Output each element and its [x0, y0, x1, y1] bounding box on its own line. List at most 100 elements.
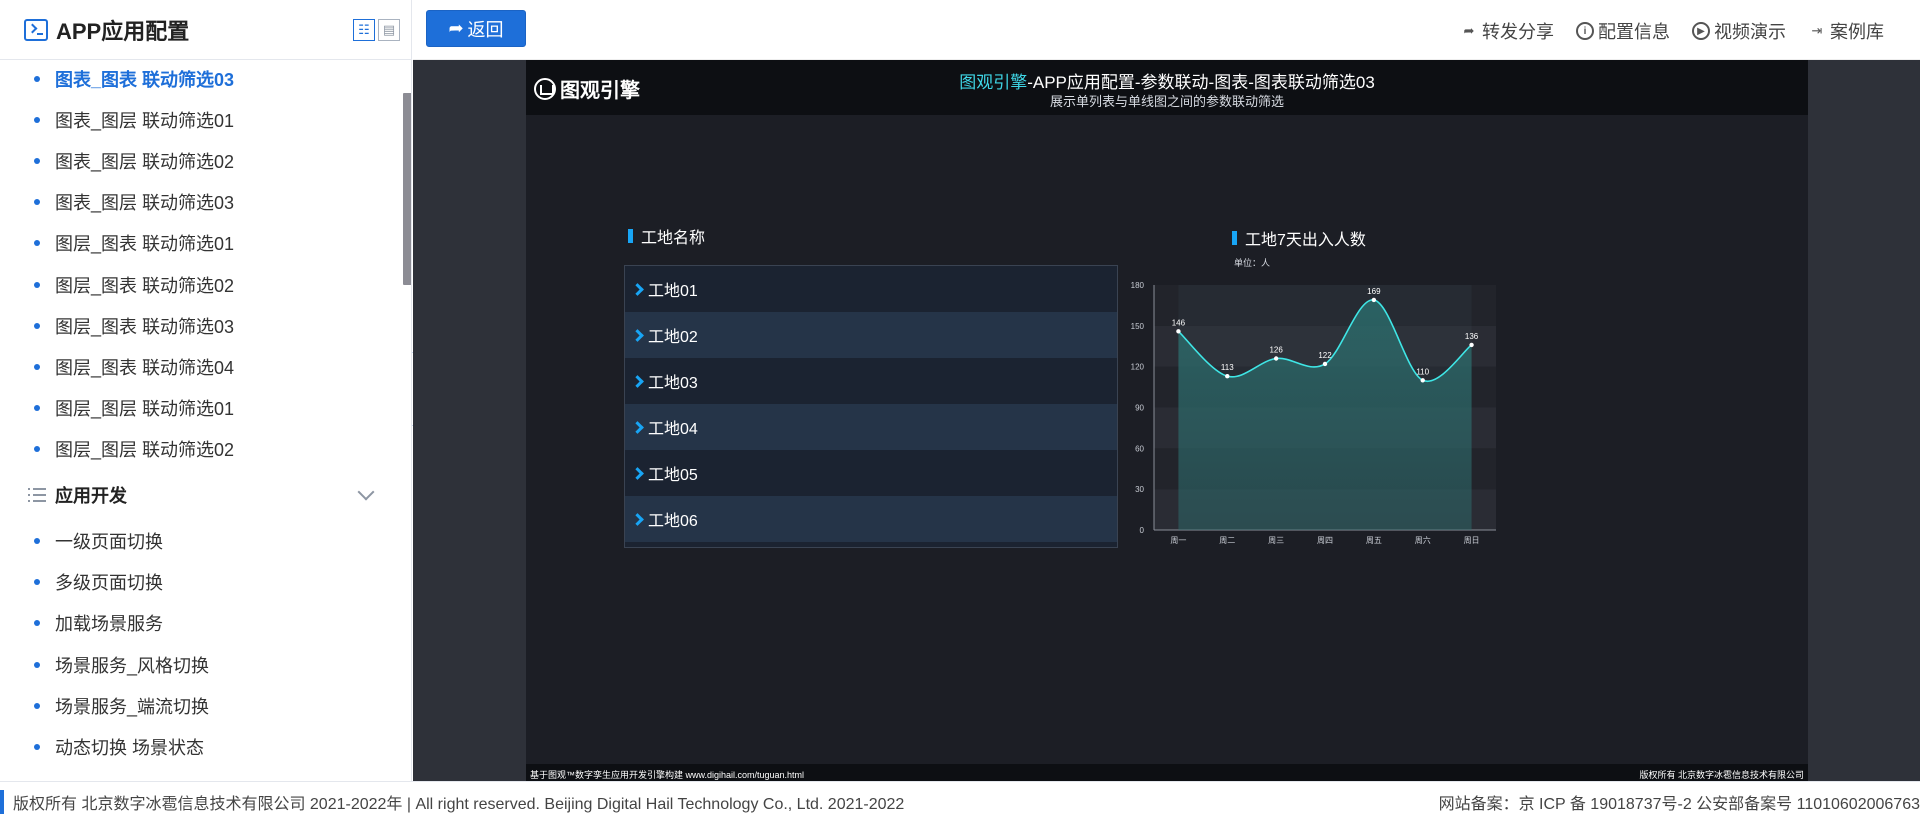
data-label: 110 [1416, 367, 1429, 376]
sidebar-item-label: 加载场景服务 [55, 614, 163, 634]
data-point [1273, 356, 1279, 361]
y-tick-label: 180 [1131, 281, 1145, 290]
share-link[interactable]: ➦ 转发分享 [1460, 18, 1554, 44]
sidebar-scrollbar[interactable] [403, 93, 411, 285]
sidebar-item-label: 图表_图层 联动筛选03 [55, 193, 235, 213]
sidebar-item[interactable]: 一级页面切换 [0, 522, 400, 560]
bullet-icon [34, 620, 40, 626]
sidebar-item[interactable]: 场景服务_风格切换 [0, 646, 400, 684]
sidebar-item[interactable]: 图表_图表 联动筛选03 [0, 60, 400, 98]
copyright-text: 版权所有 北京数字冰雹信息技术有限公司 2021-2022年 | All rig… [0, 790, 904, 814]
sidebar-item-label: 图层_图表 联动筛选01 [55, 234, 235, 254]
video-demo-link[interactable]: ▶ 视频演示 [1692, 18, 1786, 44]
reply-arrow-icon: ➦ [448, 18, 464, 38]
back-button[interactable]: ➦ 返回 [426, 10, 526, 47]
bullet-icon [34, 364, 40, 370]
data-point [1420, 378, 1425, 383]
bullet-icon [34, 744, 40, 750]
bullet-icon [34, 405, 40, 411]
data-label: 126 [1269, 346, 1283, 355]
bullet-icon [34, 323, 40, 329]
dashboard-screen: 图观引擎 图观引擎-APP应用配置-参数联动-图表-图表联动筛选03 展示单列表… [526, 60, 1808, 781]
data-point [1225, 373, 1230, 379]
sidebar-item-label: 动态切换 场景状态 [55, 738, 205, 758]
data-point [1371, 297, 1377, 303]
sidebar-item[interactable]: 图层_图层 联动筛选01 [0, 389, 400, 427]
data-point [1322, 361, 1328, 367]
data-label: 122 [1318, 351, 1332, 360]
play-icon: ▶ [1692, 22, 1710, 40]
sidebar-item[interactable]: 图层_图表 联动筛选04 [0, 348, 400, 386]
view-toggle: ☷ ▤ [353, 19, 400, 41]
bullet-icon [34, 703, 40, 709]
sidebar-item-label: 一级页面切换 [55, 532, 163, 552]
x-tick-label: 周二 [1219, 536, 1235, 545]
share-link-label: 转发分享 [1482, 22, 1554, 42]
back-button-label: 返回 [467, 19, 504, 40]
sidebar-item[interactable]: 图表_图层 联动筛选03 [0, 183, 400, 221]
sidebar-item[interactable]: 图层_图表 联动筛选02 [0, 266, 400, 304]
sidebar-item-label: 多级页面切换 [55, 573, 163, 593]
login-icon: ⇥ [1811, 23, 1823, 38]
sidebar-item[interactable]: 多级页面切换 [0, 563, 400, 601]
video-demo-label: 视频演示 [1714, 22, 1786, 42]
icp-text: 网站备案：京 ICP 备 19018737号-2 公安部备案号 11010602… [1438, 796, 1920, 813]
x-tick-label: 周三 [1268, 536, 1284, 545]
top-links: ➦ 转发分享 i 配置信息 ▶ 视频演示 ⇥ 案例库 [1460, 18, 1884, 44]
sidebar-item[interactable]: 图层_图层 联动筛选02 [0, 430, 400, 468]
data-label: 146 [1172, 318, 1186, 327]
bullet-icon [34, 446, 40, 452]
bullet-icon [34, 662, 40, 668]
x-tick-label: 周五 [1366, 536, 1382, 545]
sidebar-item-label: 图表_图层 联动筛选01 [55, 111, 235, 131]
sidebar-item-label: 图层_图层 联动筛选01 [55, 399, 235, 419]
bullet-icon [34, 76, 40, 82]
sidebar-group-app-dev[interactable]: 应用开发 [0, 475, 400, 515]
list-icon [28, 488, 46, 502]
x-tick-label: 周日 [1464, 536, 1480, 545]
topbar: ➦ 返回 ➦ 转发分享 i 配置信息 ▶ 视频演示 ⇥ 案例库 [413, 0, 1920, 60]
sidebar-item[interactable]: 图表_图层 联动筛选02 [0, 142, 400, 180]
y-tick-label: 150 [1131, 322, 1145, 331]
screen-footer: 基于图观™数字孪生应用开发引擎构建 www.digihail.com/tugua… [526, 764, 1808, 781]
y-tick-label: 60 [1135, 444, 1144, 453]
bullet-icon [34, 158, 40, 164]
bullet-icon [34, 538, 40, 544]
share-icon: ➦ [1463, 23, 1475, 38]
sidebar-item[interactable]: 场景服务_端流切换 [0, 687, 400, 725]
sidebar-item-label: 图层_图层 联动筛选02 [55, 440, 235, 460]
sidebar-item[interactable]: 图表_图层 联动筛选01 [0, 101, 400, 139]
sidebar-item[interactable]: 图层_图表 联动筛选01 [0, 224, 400, 262]
data-label: 113 [1221, 363, 1234, 372]
config-info-link[interactable]: i 配置信息 [1576, 18, 1670, 44]
x-tick-label: 周一 [1170, 536, 1186, 545]
config-info-label: 配置信息 [1598, 22, 1670, 42]
bullet-icon [34, 579, 40, 585]
sidebar: APP应用配置 ☷ ▤ 图表_图表 联动筛选03 图表_图层 联动筛选01 图表… [0, 0, 412, 781]
screen-footer-left: 基于图观™数字孪生应用开发引擎构建 www.digihail.com/tugua… [530, 770, 805, 780]
chevron-down-icon[interactable] [357, 483, 375, 501]
data-label: 169 [1367, 287, 1381, 296]
case-library-link[interactable]: ⇥ 案例库 [1808, 18, 1884, 44]
bullet-icon [34, 282, 40, 288]
screen-footer-right: 版权所有 北京数字冰雹信息技术有限公司 [1639, 770, 1804, 780]
bullet-icon [34, 199, 40, 205]
sidebar-item[interactable]: 动态切换 场景状态 [0, 728, 400, 766]
grid-view-icon[interactable]: ▤ [378, 19, 400, 41]
sidebar-item-label: 图表_图层 联动筛选02 [55, 152, 235, 172]
sidebar-item-label: 图层_图表 联动筛选03 [55, 317, 235, 337]
sidebar-item-label: 场景服务_风格切换 [55, 656, 210, 676]
sidebar-item[interactable]: 加载场景服务 [0, 604, 400, 642]
data-point [1469, 342, 1474, 348]
data-point [1176, 329, 1181, 334]
sidebar-item[interactable]: 图层_图表 联动筛选03 [0, 307, 400, 345]
bullet-icon [34, 240, 40, 246]
data-label: 136 [1465, 332, 1479, 341]
sidebar-group-label: 应用开发 [55, 486, 127, 506]
sidebar-item-label: 场景服务_端流切换 [55, 697, 210, 717]
y-tick-label: 30 [1135, 485, 1144, 494]
list-view-icon[interactable]: ☷ [353, 19, 375, 41]
sidebar-title: APP应用配置 [56, 18, 190, 44]
x-tick-label: 周六 [1415, 535, 1431, 545]
y-tick-label: 0 [1140, 526, 1145, 535]
